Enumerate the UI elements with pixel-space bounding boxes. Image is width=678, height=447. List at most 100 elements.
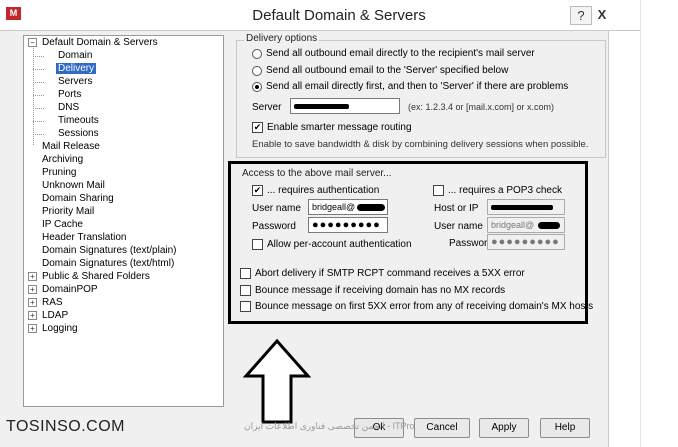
expand-icon[interactable]: + [28, 284, 37, 294]
host-input[interactable] [487, 199, 565, 215]
tree-item-domain[interactable]: Domain [56, 50, 94, 62]
bounce-no-mx-checkbox[interactable]: Bounce message if receiving domain has n… [240, 285, 505, 296]
tree-item-default-domain[interactable]: − Default Domain & Servers [28, 37, 160, 49]
tree-item-unknown-mail[interactable]: Unknown Mail [40, 180, 107, 192]
tree-item-priority-mail[interactable]: Priority Mail [40, 206, 96, 218]
abort-5xx-checkbox[interactable]: Abort delivery if SMTP RCPT command rece… [240, 268, 525, 279]
tree-item-dns[interactable]: DNS [56, 102, 81, 114]
redacted-mark [538, 222, 560, 229]
password-label: Password [252, 221, 296, 232]
tree-connector [33, 121, 44, 122]
bounce-first-5xx-label: Bounce message on first 5XX error from a… [255, 301, 594, 312]
tree-item-ports[interactable]: Ports [56, 89, 83, 101]
requires-auth-checkbox[interactable]: ✔ ... requires authentication [252, 185, 379, 196]
tree-connector [33, 69, 44, 70]
username-label: User name [252, 203, 301, 214]
expand-icon[interactable]: + [28, 323, 37, 333]
pop3-username-input[interactable]: bridgeall@ [487, 217, 565, 233]
settings-tree[interactable]: − Default Domain & Servers Domain Deliver… [23, 35, 224, 407]
tree-item-public-shared-folders[interactable]: + Public & Shared Folders [28, 271, 152, 283]
option-direct-then-server[interactable]: Send all email directly first, and then … [252, 81, 568, 92]
collapse-icon[interactable]: − [28, 37, 37, 47]
tree-item-sessions[interactable]: Sessions [56, 128, 101, 140]
checkbox-icon[interactable] [240, 268, 251, 279]
checkbox-icon[interactable] [433, 185, 444, 196]
redacted-mark [357, 204, 385, 211]
bounce-first-5xx-checkbox[interactable]: Bounce message on first 5XX error from a… [240, 301, 593, 312]
tree-item-label: Delivery [56, 63, 97, 74]
tree-item-domain-sharing[interactable]: Domain Sharing [40, 193, 116, 205]
expand-icon[interactable]: + [28, 271, 37, 281]
pop3-username-value: bridgeall@ [491, 220, 535, 230]
tree-item-label: Public & Shared Folders [42, 271, 150, 282]
requires-auth-label: ... requires authentication [267, 185, 380, 196]
tree-item-label: Header Translation [42, 232, 127, 243]
expand-icon[interactable]: + [28, 310, 37, 320]
option-direct-delivery[interactable]: Send all outbound email directly to the … [252, 48, 535, 59]
expand-icon[interactable]: + [28, 297, 37, 307]
help-button[interactable]: Help [540, 418, 590, 438]
server-input[interactable] [290, 98, 400, 114]
delivery-options-label: Delivery options [244, 33, 320, 44]
help-icon[interactable]: ? [570, 6, 592, 25]
checkbox-icon[interactable] [252, 239, 263, 250]
tree-item-pruning[interactable]: Pruning [40, 167, 78, 179]
radio-button-selected[interactable] [252, 81, 262, 92]
tree-item-label: Sessions [58, 128, 99, 139]
checkbox-icon[interactable] [240, 301, 251, 312]
per-account-auth-checkbox[interactable]: Allow per-account authentication [252, 239, 412, 250]
tree-item-domainpop[interactable]: + DomainPOP [28, 284, 100, 296]
redacted-mark [491, 205, 553, 210]
option-send-to-server[interactable]: Send all outbound email to the 'Server' … [252, 65, 508, 76]
per-account-auth-label: Allow per-account authentication [267, 239, 412, 250]
tree-item-label: Domain Sharing [42, 193, 114, 204]
access-group-label: Access to the above mail server... [242, 168, 392, 179]
password-input[interactable]: ●●●●●●●●● [308, 217, 388, 233]
pop3-password-input[interactable]: ●●●●●●●●● [487, 234, 565, 250]
up-arrow-annotation [243, 338, 311, 424]
tree-item-header-translation[interactable]: Header Translation [40, 232, 129, 244]
checkmark-icon[interactable]: ✔ [252, 122, 263, 133]
tree-item-ldap[interactable]: + LDAP [28, 310, 70, 322]
tree-item-domain-signatures-html[interactable]: Domain Signatures (text/html) [40, 258, 176, 270]
checkmark-icon[interactable]: ✔ [252, 185, 263, 196]
tree-connector [33, 108, 44, 109]
cancel-button[interactable]: Cancel [414, 418, 470, 438]
tree-item-label: Pruning [42, 167, 77, 178]
abort-5xx-label: Abort delivery if SMTP RCPT command rece… [255, 268, 525, 279]
tree-item-label: Domain Signatures (text/plain) [42, 245, 177, 256]
username-input[interactable]: bridgeall@ [308, 199, 388, 215]
apply-button[interactable]: Apply [479, 418, 529, 438]
tree-item-mail-release[interactable]: Mail Release [40, 141, 102, 153]
checkbox-icon[interactable] [240, 285, 251, 296]
tree-item-timeouts[interactable]: Timeouts [56, 115, 101, 127]
tree-item-delivery[interactable]: Delivery [56, 63, 97, 75]
tree-item-label: Unknown Mail [42, 180, 105, 191]
pop3-username-label: User name [434, 221, 483, 232]
option-label: Send all email directly first, and then … [266, 81, 569, 92]
server-label: Server [252, 102, 282, 113]
tree-item-ip-cache[interactable]: IP Cache [40, 219, 85, 231]
radio-button[interactable] [252, 65, 262, 76]
watermark-subtitle: ITPro - انجمن تخصصی فناوری اطلاعات ایران [244, 421, 415, 431]
smart-routing-label: Enable smarter message routing [267, 122, 412, 133]
pop3-check-checkbox[interactable]: ... requires a POP3 check [433, 185, 562, 196]
redacted-mark [294, 104, 349, 109]
pop3-check-label: ... requires a POP3 check [448, 185, 562, 196]
tree-item-ras[interactable]: + RAS [28, 297, 65, 309]
server-hint: (ex: 1.2.3.4 or [mail.x.com] or x.com) [408, 102, 555, 112]
watermark-site: TOSINSO.COM [6, 418, 125, 435]
close-icon[interactable]: X [592, 6, 612, 23]
tree-item-logging[interactable]: + Logging [28, 323, 80, 335]
radio-button[interactable] [252, 48, 262, 59]
smart-routing-checkbox[interactable]: ✔ Enable smarter message routing [252, 122, 412, 133]
tree-item-servers[interactable]: Servers [56, 76, 94, 88]
tree-item-domain-signatures-plain[interactable]: Domain Signatures (text/plain) [40, 245, 179, 257]
tree-item-label: IP Cache [42, 219, 83, 230]
tree-item-label: RAS [42, 297, 63, 308]
tree-connector [33, 95, 44, 96]
tree-item-archiving[interactable]: Archiving [40, 154, 85, 166]
tree-item-label: Servers [58, 76, 93, 87]
tree-item-label: Default Domain & Servers [42, 37, 158, 48]
option-label: Send all outbound email directly to the … [266, 48, 535, 59]
